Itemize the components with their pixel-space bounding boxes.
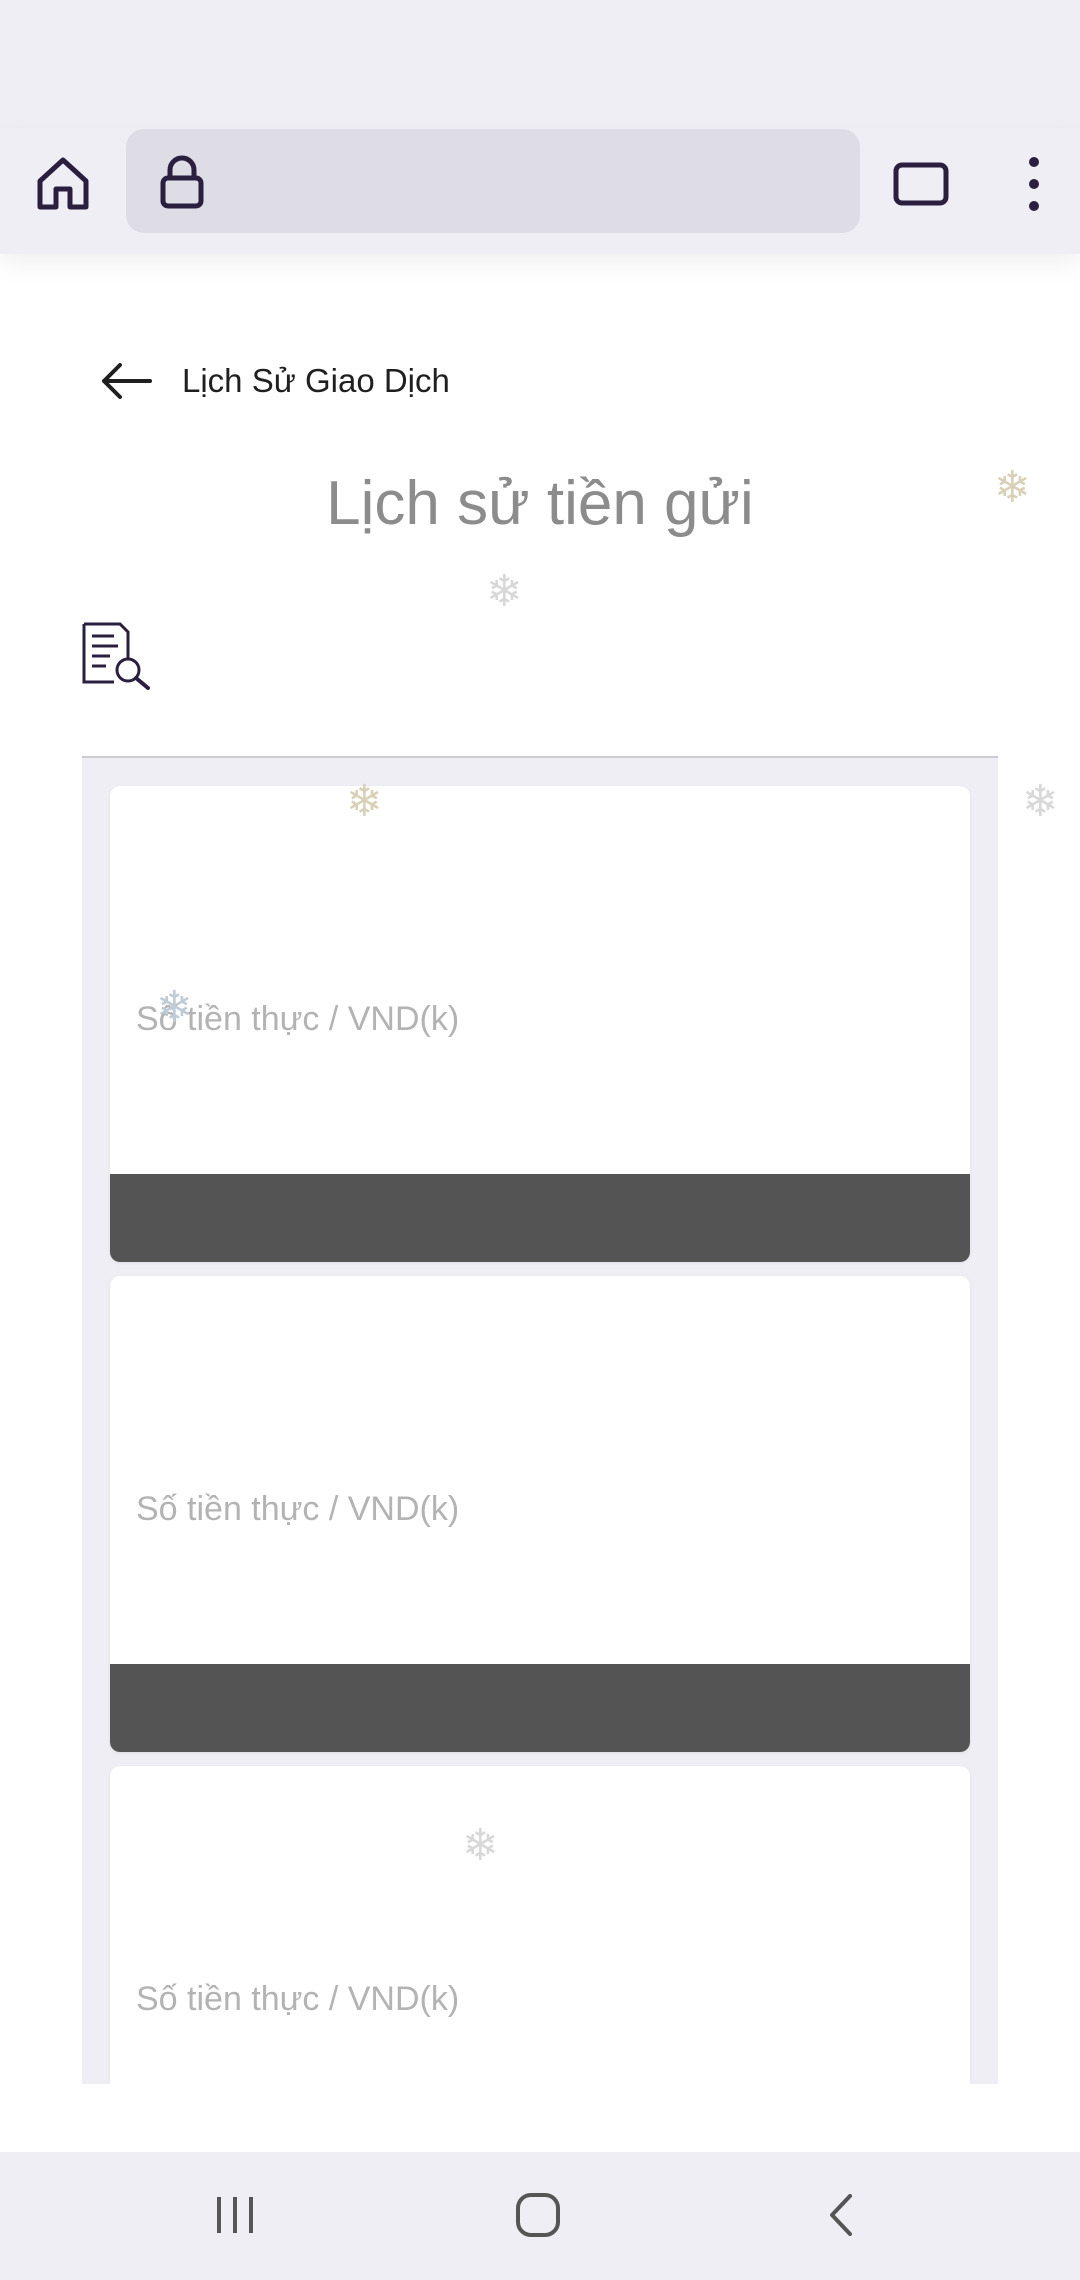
back-link[interactable]: Lịch Sử Giao Dịch [100, 352, 450, 410]
snowflake-icon: ❄ [346, 777, 383, 826]
recent-apps-button[interactable] [200, 2180, 270, 2250]
system-nav-bar [0, 2152, 1080, 2280]
app-root: Lịch Sử Giao Dịch Lịch sử tiền gửi Số ti… [0, 0, 1080, 2280]
snowflake-icon: ❄ [156, 983, 193, 1032]
page-title: Lịch sử tiền gửi [326, 469, 754, 538]
recent-apps-icon [217, 2197, 253, 2233]
arrow-left-icon [100, 352, 156, 410]
address-bar[interactable] [126, 129, 860, 233]
nav-home-button[interactable] [503, 2180, 573, 2250]
card-footer-bar [110, 1174, 970, 1262]
lock-icon [154, 151, 210, 213]
back-link-label: Lịch Sử Giao Dịch [182, 362, 450, 399]
amount-label: Số tiền thực / VND(k) [136, 1490, 460, 1528]
snowflake-icon: ❄ [462, 1821, 499, 1870]
deposit-card[interactable]: Số tiền thực / VND(k) [110, 1766, 970, 2084]
more-vertical-icon [1029, 157, 1039, 211]
snowflake-icon: ❄ [1022, 777, 1059, 826]
tabs-icon [893, 162, 949, 206]
status-bar [0, 0, 1080, 128]
amount-label: Số tiền thực / VND(k) [136, 1980, 460, 2018]
home-icon [37, 157, 89, 210]
snowflake-icon: ❄ [994, 463, 1031, 512]
home-circle-icon [516, 2193, 560, 2237]
snowflake-icon: ❄ [486, 567, 523, 616]
browser-toolbar [0, 128, 1080, 254]
nav-back-button[interactable] [806, 2180, 876, 2250]
chevron-left-icon [830, 2194, 852, 2236]
deposit-history-list[interactable]: Số tiền thực / VND(k) Số tiền thực / VND… [82, 756, 998, 2084]
deposit-card[interactable]: Số tiền thực / VND(k) [110, 1276, 970, 1752]
browser-home-button[interactable] [32, 152, 94, 214]
more-menu-button[interactable] [1020, 152, 1048, 216]
card-footer-bar [110, 1664, 970, 1752]
deposit-card[interactable]: Số tiền thực / VND(k) [110, 786, 970, 1262]
document-search-icon[interactable] [80, 620, 152, 690]
tabs-button[interactable] [890, 156, 952, 212]
